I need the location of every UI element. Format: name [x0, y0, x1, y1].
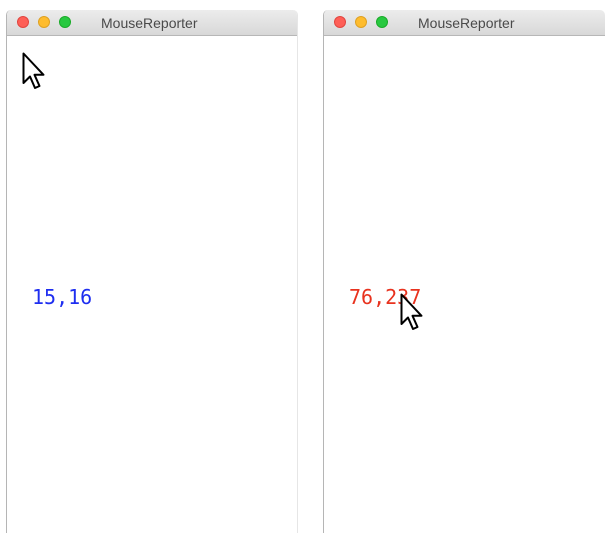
- title-bar[interactable]: MouseReporter: [7, 10, 297, 36]
- window-title: MouseReporter: [101, 15, 198, 31]
- zoom-button[interactable]: [59, 16, 71, 28]
- mousereporter-window-right[interactable]: MouseReporter 76,237: [323, 10, 605, 533]
- zoom-button[interactable]: [376, 16, 388, 28]
- minimize-button[interactable]: [38, 16, 50, 28]
- mouse-coordinates-label: 15,16: [32, 285, 93, 309]
- close-button[interactable]: [334, 16, 346, 28]
- window-title: MouseReporter: [418, 15, 515, 31]
- mousereporter-window-left[interactable]: MouseReporter 15,16: [6, 10, 298, 533]
- close-button[interactable]: [17, 16, 29, 28]
- title-bar[interactable]: MouseReporter: [324, 10, 605, 36]
- minimize-button[interactable]: [355, 16, 367, 28]
- arrow-cursor-icon: [22, 52, 45, 89]
- arrow-cursor-icon: [400, 293, 423, 330]
